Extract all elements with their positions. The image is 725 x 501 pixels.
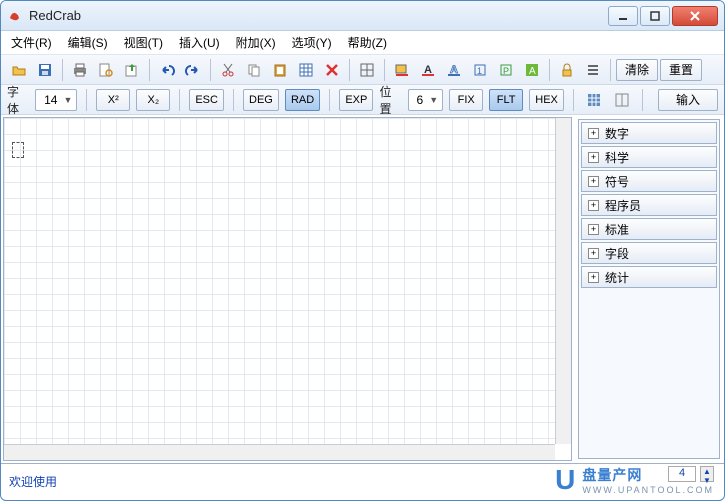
- category-label: 符号: [605, 173, 629, 190]
- category-statistics[interactable]: + 统计: [581, 266, 717, 288]
- category-science[interactable]: + 科学: [581, 146, 717, 168]
- highlight-icon[interactable]: A: [520, 58, 544, 82]
- print-preview-icon[interactable]: [94, 58, 118, 82]
- category-symbols[interactable]: + 符号: [581, 170, 717, 192]
- category-programmer[interactable]: + 程序员: [581, 194, 717, 216]
- flt-button[interactable]: FLT: [489, 89, 523, 111]
- menu-help[interactable]: 帮助(Z): [348, 34, 387, 51]
- subscript-button[interactable]: X₂: [136, 89, 170, 111]
- category-label: 科学: [605, 149, 629, 166]
- format2-icon[interactable]: P: [494, 58, 518, 82]
- delete-icon[interactable]: [320, 58, 344, 82]
- status-message: 欢迎使用: [9, 473, 57, 490]
- redo-icon[interactable]: [181, 58, 205, 82]
- svg-text:P: P: [503, 66, 509, 76]
- rad-button[interactable]: RAD: [285, 89, 320, 111]
- expand-icon: +: [588, 176, 599, 187]
- expand-icon: +: [588, 128, 599, 139]
- main-area: + 数字 + 科学 + 符号 + 程序员 + 标准 + 字段 + 统计: [1, 115, 724, 463]
- vertical-scrollbar[interactable]: [555, 118, 571, 444]
- category-fields[interactable]: + 字段: [581, 242, 717, 264]
- close-button[interactable]: [672, 6, 718, 26]
- category-label: 标准: [605, 221, 629, 238]
- cut-icon[interactable]: [216, 58, 240, 82]
- text-cursor: [12, 142, 24, 158]
- app-icon: [7, 8, 23, 24]
- menu-attach[interactable]: 附加(X): [236, 34, 276, 51]
- view-mode-icon[interactable]: [611, 88, 633, 112]
- watermark: U 盘量产网 WWW.UPANTOOL.COM: [555, 464, 714, 496]
- save-icon[interactable]: [33, 58, 57, 82]
- titlebar[interactable]: RedCrab: [1, 1, 724, 31]
- deg-button[interactable]: DEG: [243, 89, 279, 111]
- position-label: 位置: [379, 83, 401, 117]
- chevron-down-icon: ▼: [63, 95, 72, 105]
- menu-edit[interactable]: 编辑(S): [68, 34, 108, 51]
- clear-button[interactable]: 清除: [616, 59, 658, 81]
- svg-text:1: 1: [477, 66, 482, 76]
- esc-button[interactable]: ESC: [189, 89, 224, 111]
- reset-button[interactable]: 重置: [660, 59, 702, 81]
- menu-view[interactable]: 视图(T): [124, 34, 163, 51]
- lock-icon[interactable]: [555, 58, 579, 82]
- exp-button[interactable]: EXP: [339, 89, 373, 111]
- fill-color-icon[interactable]: [390, 58, 414, 82]
- window-title: RedCrab: [29, 8, 608, 23]
- grid-background: [4, 118, 555, 444]
- open-icon[interactable]: [7, 58, 31, 82]
- menu-insert[interactable]: 插入(U): [179, 34, 220, 51]
- position-dropdown[interactable]: 6 ▼: [408, 89, 444, 111]
- app-window: RedCrab 文件(R) 编辑(S) 视图(T) 插入(U) 附加(X) 选项…: [0, 0, 725, 501]
- chevron-down-icon: ▼: [429, 95, 438, 105]
- font-color-icon[interactable]: A: [416, 58, 440, 82]
- menu-options[interactable]: 选项(Y): [292, 34, 332, 51]
- category-label: 字段: [605, 245, 629, 262]
- category-numbers[interactable]: + 数字: [581, 122, 717, 144]
- paste-icon[interactable]: [268, 58, 292, 82]
- maximize-button[interactable]: [640, 6, 670, 26]
- menu-file[interactable]: 文件(R): [11, 34, 52, 51]
- category-label: 数字: [605, 125, 629, 142]
- svg-text:A: A: [529, 66, 536, 77]
- position-value: 6: [417, 93, 424, 107]
- menubar: 文件(R) 编辑(S) 视图(T) 插入(U) 附加(X) 选项(Y) 帮助(Z…: [1, 31, 724, 55]
- table-icon[interactable]: [355, 58, 379, 82]
- font-label: 字体: [7, 83, 29, 117]
- border-color-icon[interactable]: A: [442, 58, 466, 82]
- print-icon[interactable]: [68, 58, 92, 82]
- toolbar-main: A A 1 P A 清除 重置: [1, 55, 724, 85]
- category-standard[interactable]: + 标准: [581, 218, 717, 240]
- export-icon[interactable]: [120, 58, 144, 82]
- worksheet[interactable]: [3, 117, 572, 461]
- hex-button[interactable]: HEX: [529, 89, 564, 111]
- statusbar: 4 ▲▼ 欢迎使用 U 盘量产网 WWW.UPANTOOL.COM: [1, 463, 724, 498]
- toolbar-format: 字体 14 ▼ X² X₂ ESC DEG RAD EXP 位置 6 ▼ FIX…: [1, 85, 724, 115]
- format1-icon[interactable]: 1: [468, 58, 492, 82]
- expand-icon: +: [588, 224, 599, 235]
- fix-button[interactable]: FIX: [449, 89, 483, 111]
- side-panel: + 数字 + 科学 + 符号 + 程序员 + 标准 + 字段 + 统计: [574, 115, 724, 463]
- expand-icon: +: [588, 272, 599, 283]
- menu-toggle-icon[interactable]: [581, 58, 605, 82]
- font-size-value: 14: [44, 93, 57, 107]
- expand-icon: +: [588, 152, 599, 163]
- category-label: 统计: [605, 269, 629, 286]
- horizontal-scrollbar[interactable]: [4, 444, 555, 460]
- category-label: 程序员: [605, 197, 641, 214]
- undo-icon[interactable]: [155, 58, 179, 82]
- font-size-dropdown[interactable]: 14 ▼: [35, 89, 77, 111]
- copy-icon[interactable]: [242, 58, 266, 82]
- grid-view-icon[interactable]: [583, 88, 605, 112]
- superscript-button[interactable]: X²: [96, 89, 130, 111]
- minimize-button[interactable]: [608, 6, 638, 26]
- expand-icon: +: [588, 248, 599, 259]
- grid-icon[interactable]: [294, 58, 318, 82]
- expand-icon: +: [588, 200, 599, 211]
- input-button[interactable]: 输入: [658, 89, 718, 111]
